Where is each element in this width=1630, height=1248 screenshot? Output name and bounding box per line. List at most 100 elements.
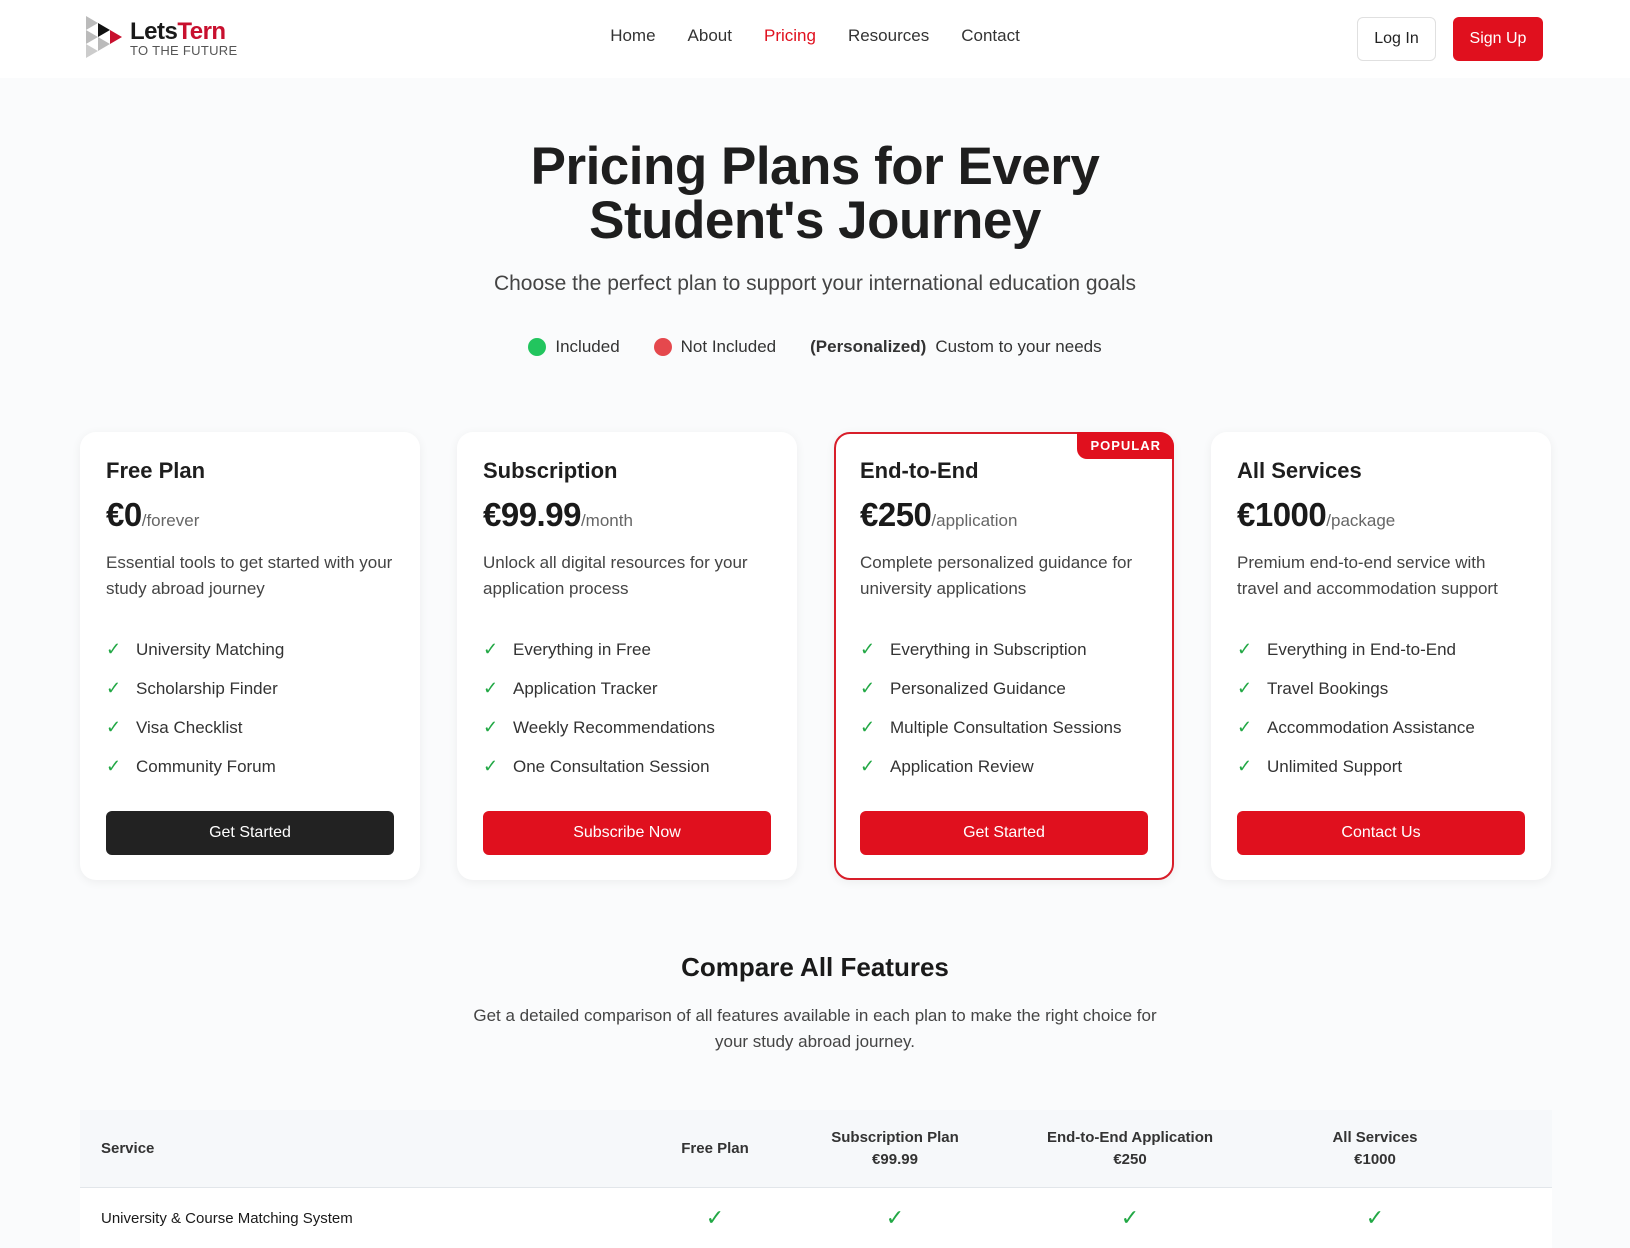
compare-title: Compare All Features bbox=[681, 952, 949, 982]
plan-name: End-to-End bbox=[860, 458, 979, 483]
legend-personalized-desc: Custom to your needs bbox=[935, 337, 1102, 356]
feature-label: Application Tracker bbox=[513, 678, 658, 698]
column-header: End-to-End Application €250 bbox=[1000, 1110, 1260, 1188]
plan-price: €1000 bbox=[1237, 496, 1327, 533]
plan-name: Free Plan bbox=[106, 458, 206, 483]
feature-label: Scholarship Finder bbox=[136, 678, 278, 698]
column-header-name: Service bbox=[101, 1140, 155, 1157]
column-header-name: All Services bbox=[1332, 1129, 1418, 1146]
check-icon: ✓ bbox=[483, 756, 499, 776]
plan-cta-button[interactable]: Subscribe Now bbox=[483, 811, 771, 855]
nav-resources[interactable]: Resources bbox=[848, 26, 929, 46]
plan-price: €99.99 bbox=[483, 496, 581, 533]
feature-item: ✓ Travel Bookings bbox=[1237, 669, 1525, 708]
feature-label: Travel Bookings bbox=[1267, 678, 1389, 698]
plan-card: Subscription €99.99/month Unlock all dig… bbox=[457, 432, 797, 880]
check-icon: ✓ bbox=[106, 639, 122, 659]
legend-personalized-tag: (Personalized) bbox=[810, 337, 927, 356]
feature-label: Application Review bbox=[890, 756, 1034, 776]
plan-period: /application bbox=[931, 511, 1018, 530]
feature-item: ✓ Community Forum bbox=[106, 747, 394, 786]
feature-label: University Matching bbox=[136, 639, 285, 659]
check-icon: ✓ bbox=[1237, 678, 1253, 698]
feature-item: ✓ Unlimited Support bbox=[1237, 747, 1525, 786]
feature-label: One Consultation Session bbox=[513, 756, 710, 776]
check-icon: ✓ bbox=[483, 678, 499, 698]
plan-period: /month bbox=[580, 511, 633, 530]
column-header-name: Subscription Plan bbox=[831, 1129, 959, 1146]
plan-price: €0 bbox=[106, 496, 142, 533]
column-header-name: End-to-End Application bbox=[1046, 1129, 1214, 1146]
plan-description: Premium end-to-end service with travel a… bbox=[1237, 553, 1498, 598]
feature-label: Visa Checklist bbox=[136, 717, 243, 737]
plan-description: Unlock all digital resources for your ap… bbox=[483, 553, 748, 598]
column-header: Free Plan bbox=[620, 1110, 810, 1188]
service-name: University & Course Matching System bbox=[101, 1209, 353, 1227]
plan-cta-button[interactable]: Get Started bbox=[106, 811, 394, 855]
nav-home[interactable]: Home bbox=[610, 26, 655, 46]
feature-item: ✓ Personalized Guidance bbox=[860, 669, 1148, 708]
check-icon: ✓ bbox=[860, 639, 876, 659]
signup-button[interactable]: Sign Up bbox=[1453, 17, 1543, 61]
check-icon: ✓ bbox=[1120, 1205, 1140, 1230]
plan-card: Free Plan €0/forever Essential tools to … bbox=[80, 432, 420, 880]
table-row: University & Course Matching System ✓ ✓ ✓ ✓ bbox=[80, 1188, 1552, 1248]
feature-item: ✓ Everything in Subscription bbox=[860, 630, 1148, 669]
plan-name: Subscription bbox=[483, 458, 618, 483]
plan-card: POPULAR End-to-End €250/application Compl… bbox=[834, 432, 1174, 880]
page-title: Pricing Plans for Every Student's Journe… bbox=[530, 137, 1100, 250]
feature-label: Multiple Consultation Sessions bbox=[890, 717, 1122, 737]
plan-price: €250 bbox=[860, 496, 932, 533]
plan-description: Complete personalized guidance for unive… bbox=[860, 553, 1133, 598]
feature-item: ✓ One Consultation Session bbox=[483, 747, 771, 786]
compare-description: Get a detailed comparison of all feature… bbox=[473, 1006, 1157, 1051]
check-icon: ✓ bbox=[1237, 756, 1253, 776]
column-header-name: Free Plan bbox=[681, 1140, 749, 1157]
feature-item: ✓ Everything in End-to-End bbox=[1237, 630, 1525, 669]
feature-item: ✓ Multiple Consultation Sessions bbox=[860, 708, 1148, 747]
nav-contact[interactable]: Contact bbox=[961, 26, 1020, 46]
top-nav-bar: LetsTern TO THE FUTURE Home About Pricing R… bbox=[0, 0, 1630, 78]
popular-badge: POPULAR bbox=[1077, 432, 1174, 459]
feature-label: Community Forum bbox=[136, 756, 276, 776]
plan-period: /forever bbox=[141, 511, 200, 530]
check-icon: ✓ bbox=[860, 717, 876, 737]
column-header-price: €99.99 bbox=[872, 1151, 918, 1168]
nav-pricing[interactable]: Pricing bbox=[764, 26, 816, 46]
feature-label: Everything in Free bbox=[513, 639, 651, 659]
check-icon: ✓ bbox=[1237, 639, 1253, 659]
plan-name: All Services bbox=[1237, 458, 1362, 483]
feature-label: Unlimited Support bbox=[1267, 756, 1403, 776]
feature-label: Weekly Recommendations bbox=[513, 717, 715, 737]
feature-label: Everything in End-to-End bbox=[1267, 639, 1456, 659]
feature-label: Everything in Subscription bbox=[890, 639, 1087, 659]
plan-description: Essential tools to get started with your… bbox=[106, 553, 393, 598]
legend: Included Not Included (Personalized) Cust… bbox=[0, 337, 1630, 357]
column-header-price: €1000 bbox=[1354, 1151, 1396, 1168]
legend-not-included: Not Included bbox=[680, 337, 777, 356]
check-icon: ✓ bbox=[705, 1205, 725, 1230]
not-included-dot-icon bbox=[653, 338, 672, 356]
login-button[interactable]: Log In bbox=[1357, 17, 1436, 61]
check-icon: ✓ bbox=[860, 756, 876, 776]
feature-item: ✓ Application Tracker bbox=[483, 669, 771, 708]
plan-cta-button[interactable]: Contact Us bbox=[1237, 811, 1525, 855]
feature-item: ✓ Visa Checklist bbox=[106, 708, 394, 747]
included-dot-icon bbox=[528, 338, 547, 356]
plan-period: /package bbox=[1326, 511, 1396, 530]
nav-about[interactable]: About bbox=[688, 26, 732, 46]
check-icon: ✓ bbox=[860, 678, 876, 698]
check-icon: ✓ bbox=[106, 678, 122, 698]
plan-cta-button[interactable]: Get Started bbox=[860, 811, 1148, 855]
feature-item: ✓ Scholarship Finder bbox=[106, 669, 394, 708]
check-icon: ✓ bbox=[483, 639, 499, 659]
check-icon: ✓ bbox=[1365, 1205, 1385, 1230]
column-header: All Services €1000 bbox=[1260, 1110, 1490, 1188]
feature-item: ✓ Accommodation Assistance bbox=[1237, 708, 1525, 747]
feature-label: Accommodation Assistance bbox=[1267, 717, 1475, 737]
column-header: Service bbox=[101, 1110, 591, 1188]
pricing-cards: Free Plan €0/forever Essential tools to … bbox=[80, 432, 1551, 880]
feature-label: Personalized Guidance bbox=[890, 678, 1066, 698]
check-icon: ✓ bbox=[106, 756, 122, 776]
feature-item: ✓ Application Review bbox=[860, 747, 1148, 786]
